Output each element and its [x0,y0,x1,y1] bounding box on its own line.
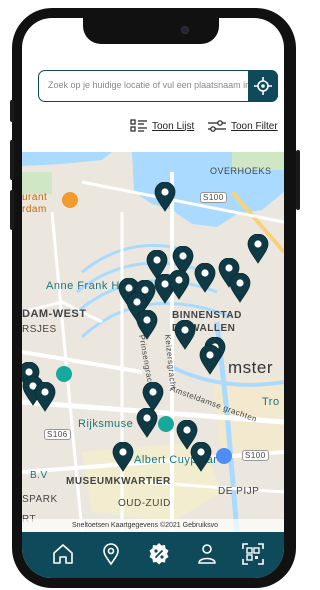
road-sign-s106: S106 [44,429,71,440]
locate-button[interactable] [248,70,278,102]
map-label-tro: Tro [262,396,280,408]
road-sign-s100-b: S100 [242,450,269,461]
filter-sliders-icon [208,120,226,132]
nav-deals[interactable] [147,542,171,566]
map-label-restaurant: urant [22,192,48,203]
phone-side-button [296,150,300,210]
map-label-oud-zuid: OUD-ZUID [118,498,171,509]
map-pin[interactable] [154,182,176,212]
map-pin[interactable] [112,442,134,472]
map-background [22,152,284,532]
map-attribution: Sneltoetsen Kaartgegevens ©2021 Gebruiks… [22,519,284,532]
map-view[interactable]: OVERHOEKS urant rdam S100 Anne Frank H D… [22,152,284,532]
phone-side-button [10,140,14,180]
map-label-amsterdam: mster [228,358,273,377]
map-label-de-pijp: DE PIJP [218,486,260,497]
crosshair-icon [254,77,272,95]
app-screen: Zoek op je huidige locatie of vul een pl… [22,18,284,578]
map-pin[interactable] [174,320,196,350]
nav-profile[interactable] [195,542,219,566]
qr-icon [242,543,264,565]
search-bar[interactable]: Zoek op je huidige locatie of vul een pl… [38,70,278,102]
map-pin[interactable] [136,408,158,438]
map-pin[interactable] [199,345,221,375]
bottom-nav [22,532,284,578]
search-input[interactable]: Zoek op je huidige locatie of vul een pl… [48,80,248,90]
list-icon [130,119,147,132]
map-label-spark: SPARK [22,494,58,505]
phone-side-button [10,190,14,230]
road-sign-s100: S100 [200,192,227,203]
map-pin[interactable] [136,310,158,340]
show-list-button[interactable]: Toon Lijst [130,118,194,134]
map-label-museumkwartier: MUSEUMKWARTIER [66,476,171,487]
map-label-dam-west: DAM-WEST [22,308,87,320]
nav-home[interactable] [51,542,75,566]
show-filter-label: Toon Filter [231,120,278,132]
map-pin[interactable] [190,442,212,472]
map-label-bv: B.V [30,470,48,481]
home-icon [53,544,73,564]
location-icon [103,543,119,566]
front-camera [181,26,189,34]
show-filter-button[interactable]: Toon Filter [207,118,278,134]
map-label-anne-frank: Anne Frank H [46,280,120,292]
map-label-restaurant-2: rdam [22,204,47,215]
map-pin[interactable] [168,270,190,300]
map-pin[interactable] [229,273,251,303]
nav-location[interactable] [99,542,123,566]
discount-icon [149,543,169,565]
user-icon [198,544,216,564]
show-list-label: Toon Lijst [152,120,195,132]
nav-scan[interactable] [241,542,265,566]
map-pin[interactable] [34,382,56,412]
map-label-overhoeks: OVERHOEKS [210,166,272,176]
map-pin[interactable] [194,263,216,293]
map-label-rijksmuseum: Rijksmuse [78,418,134,430]
phone-side-button [10,100,14,122]
map-label-rsjes: RSJES [22,324,57,335]
phone-notch [83,18,219,44]
map-pin[interactable] [247,234,269,264]
